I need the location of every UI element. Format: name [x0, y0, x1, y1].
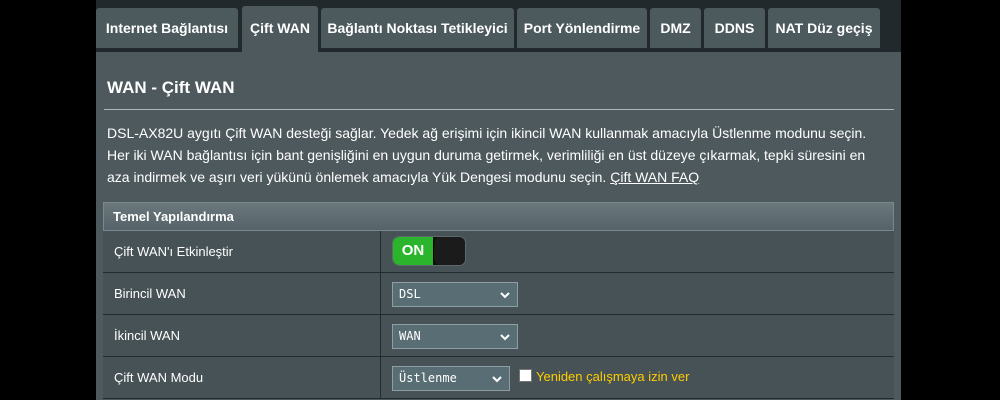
row-label-cell: Çift WAN'ı Etkinleştir [103, 231, 381, 272]
primary-wan-select[interactable]: DSL [392, 282, 518, 307]
tab-label: Çift WAN [250, 20, 310, 36]
chevron-down-icon [500, 334, 510, 341]
secondary-wan-select[interactable]: WAN [392, 324, 518, 349]
row-value-cell: WAN [381, 315, 894, 356]
secondary-wan-value: WAN [399, 329, 421, 343]
chevron-down-icon [492, 376, 502, 383]
main-content: WAN - Çift WAN DSL-AX82U aygıtı Çift WAN… [96, 52, 901, 400]
tab-label: NAT Düz geçiş [775, 20, 873, 36]
enable-dual-wan-label: Çift WAN'ı Etkinleştir [114, 244, 234, 259]
tab-label: DDNS [714, 20, 755, 36]
row-value-cell: DSL [381, 273, 894, 314]
row-label-cell: Çift WAN Modu [103, 357, 381, 398]
secondary-wan-row: İkincil WAN WAN [103, 315, 894, 357]
router-settings-frame: Internet Bağlantısı Çift WAN Bağlantı No… [96, 0, 901, 400]
dual-wan-mode-select[interactable]: Üstlenme [392, 366, 510, 391]
tab-internet-connection[interactable]: Internet Bağlantısı [96, 8, 238, 48]
title-divider [104, 109, 894, 110]
row-value-cell: ON [381, 231, 894, 272]
primary-wan-row: Birincil WAN DSL [103, 273, 894, 315]
dual-wan-faq-link[interactable]: Çift WAN FAQ [610, 169, 699, 185]
tab-dual-wan[interactable]: Çift WAN [242, 6, 318, 52]
tab-label: Port Yönlendirme [523, 20, 641, 36]
toggle-on-label: ON [393, 237, 433, 265]
tab-nat-passthrough[interactable]: NAT Düz geçiş [768, 8, 880, 48]
page-title: WAN - Çift WAN [107, 78, 235, 97]
row-label-cell: Birincil WAN [103, 273, 381, 314]
dual-wan-toggle[interactable]: ON [392, 236, 466, 266]
primary-wan-value: DSL [399, 287, 421, 301]
row-value-cell: Üstlenme Yeniden çalışmaya izin ver [381, 357, 894, 398]
tab-ddns[interactable]: DDNS [704, 8, 765, 48]
allow-failback-label: Yeniden çalışmaya izin ver [536, 369, 690, 384]
chevron-down-icon [500, 292, 510, 299]
row-label-cell: İkincil WAN [103, 315, 381, 356]
tab-label: Internet Bağlantısı [105, 20, 229, 36]
tab-label: Bağlantı Noktası Tetikleyici [327, 20, 508, 36]
allow-failback-checkbox[interactable] [519, 369, 532, 382]
secondary-wan-label: İkincil WAN [114, 328, 180, 343]
page-description: DSL-AX82U aygıtı Çift WAN desteği sağlar… [107, 122, 887, 188]
dual-wan-mode-label: Çift WAN Modu [114, 370, 204, 385]
dual-wan-mode-row: Çift WAN Modu Üstlenme Yeniden çalışmaya… [103, 357, 894, 399]
enable-dual-wan-row: Çift WAN'ı Etkinleştir ON [103, 231, 894, 273]
dual-wan-mode-value: Üstlenme [399, 371, 457, 385]
tab-dmz[interactable]: DMZ [650, 8, 701, 48]
tab-port-trigger[interactable]: Bağlantı Noktası Tetikleyici [321, 8, 514, 48]
primary-wan-label: Birincil WAN [114, 286, 186, 301]
tab-bar: Internet Bağlantısı Çift WAN Bağlantı No… [96, 0, 901, 52]
toggle-knob [433, 237, 465, 265]
tab-label: DMZ [660, 20, 691, 36]
basic-config-header: Temel Yapılandırma [103, 202, 894, 231]
tab-port-forwarding[interactable]: Port Yönlendirme [517, 8, 647, 48]
section-heading: Temel Yapılandırma [113, 209, 234, 224]
description-text: DSL-AX82U aygıtı Çift WAN desteği sağlar… [107, 125, 867, 185]
